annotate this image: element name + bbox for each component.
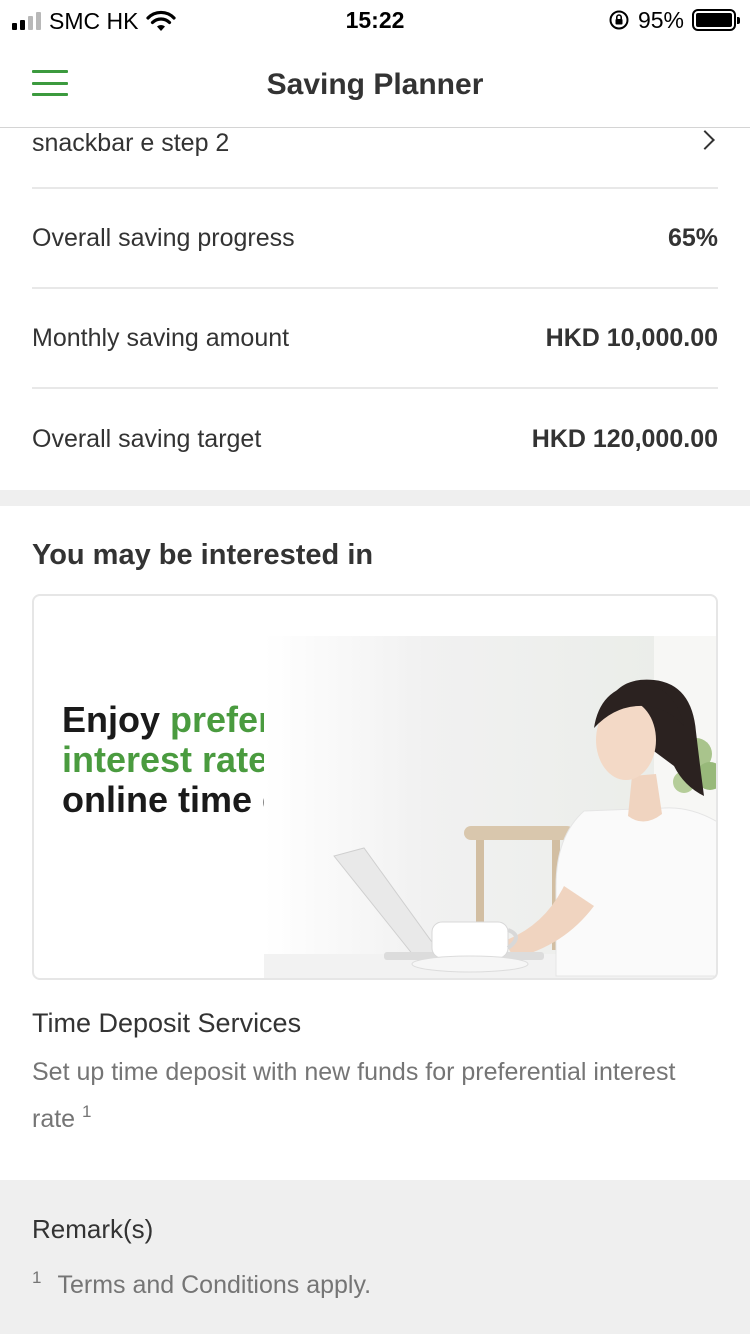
page-title: Saving Planner	[266, 68, 484, 101]
woman-with-laptop-image	[264, 636, 716, 978]
monthly-amount-label: Monthly saving amount	[32, 323, 290, 352]
service-description: Set up time deposit with new funds for p…	[32, 1058, 676, 1133]
remark-text: Terms and Conditions apply.	[57, 1271, 372, 1299]
status-bar: SMC HK 15:22 95%	[0, 0, 750, 42]
app-header: Saving Planner	[0, 42, 750, 128]
remark-item: 1 Terms and Conditions apply.	[32, 1268, 371, 1300]
monthly-amount-row: Monthly saving amount HKD 10,000.00	[32, 289, 718, 389]
service-title[interactable]: Time Deposit Services	[32, 1008, 301, 1039]
section-title: You may be interested in	[32, 539, 374, 571]
promo-banner[interactable]: Enjoy preferential interest rates for on…	[32, 594, 718, 980]
remarks-title: Remark(s)	[32, 1214, 154, 1244]
battery-percent: 95%	[637, 6, 684, 33]
section-divider	[0, 490, 750, 506]
saving-target-label: Overall saving target	[32, 424, 262, 453]
progress-label: Overall saving progress	[32, 223, 295, 252]
remarks-section: Remark(s) 1 Terms and Conditions apply.	[0, 1180, 750, 1334]
plan-name-row[interactable]: snackbar e step 2	[32, 129, 718, 189]
plan-summary: snackbar e step 2 Overall saving progres…	[32, 129, 718, 489]
chevron-right-icon	[695, 130, 715, 150]
rotation-lock-icon	[609, 10, 629, 30]
saving-target-value: HKD 120,000.00	[531, 424, 718, 453]
footnote-marker: 1	[82, 1102, 92, 1121]
plan-name: snackbar e step 2	[32, 129, 230, 157]
saving-target-row: Overall saving target HKD 120,000.00	[32, 389, 718, 489]
battery-icon	[692, 9, 740, 31]
monthly-amount-value: HKD 10,000.00	[545, 323, 718, 352]
progress-value: 65%	[667, 223, 718, 252]
progress-row: Overall saving progress 65%	[32, 189, 718, 289]
remark-number: 1	[32, 1268, 42, 1287]
